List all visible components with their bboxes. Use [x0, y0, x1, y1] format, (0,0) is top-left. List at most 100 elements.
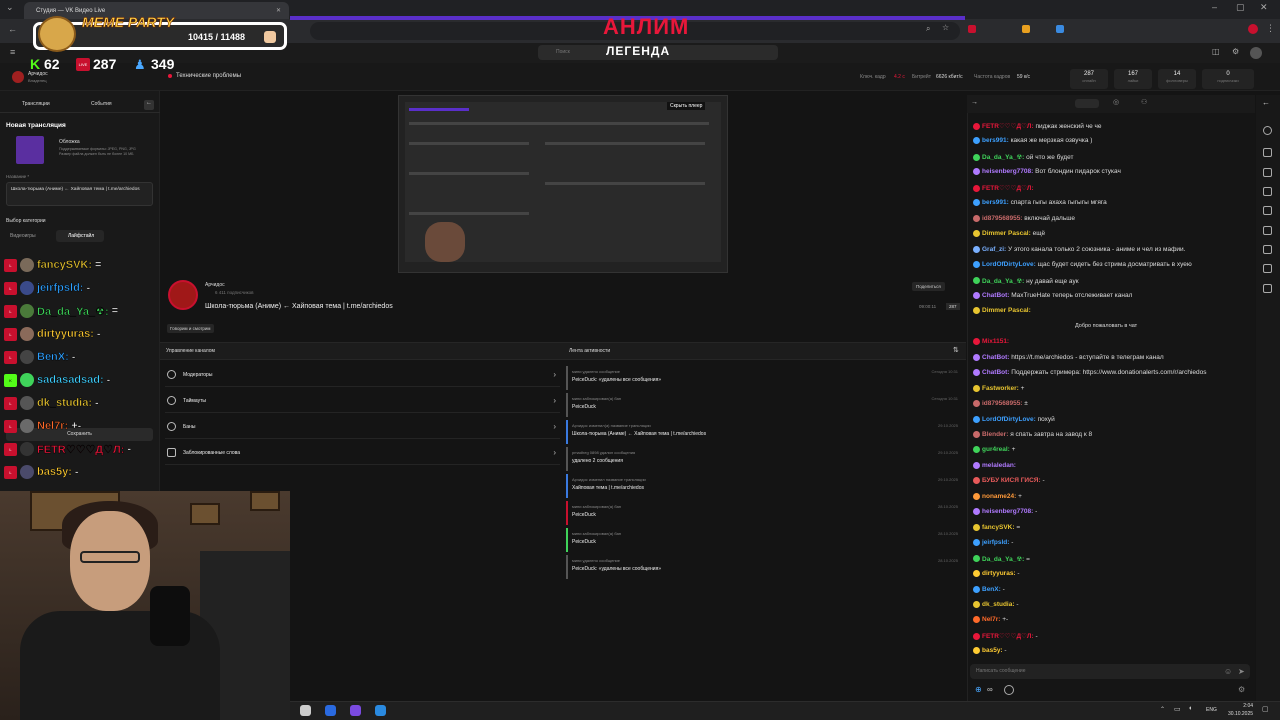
chat-username[interactable]: Da_da_Ya_☢:	[982, 278, 1024, 285]
volume-icon[interactable]: ◖	[1188, 705, 1192, 712]
chat-username[interactable]: noname24:	[982, 493, 1016, 500]
send-icon[interactable]: ➤	[1238, 667, 1245, 676]
chat-username[interactable]: ChatBot:	[982, 369, 1009, 376]
notifications-icon[interactable]: ◫	[1212, 47, 1220, 56]
extension-icon[interactable]	[1022, 25, 1030, 33]
emoji-icon[interactable]: ☺	[1224, 667, 1232, 676]
chat-username[interactable]: heisenberg7708:	[982, 508, 1033, 515]
chat-username[interactable]: Blender:	[982, 431, 1008, 438]
mod-tools-icon[interactable]	[1263, 187, 1272, 196]
stats-icon[interactable]	[1263, 226, 1272, 235]
chat-bubble-icon[interactable]	[1263, 264, 1272, 273]
points-icon[interactable]: ⊕	[975, 685, 982, 694]
bookmark-star-icon[interactable]: ☆	[942, 23, 949, 32]
avatar[interactable]	[1250, 47, 1262, 59]
profile-avatar[interactable]	[1248, 24, 1258, 34]
video-player[interactable]: Скрыть плеер	[398, 95, 728, 273]
collapse-rail-icon[interactable]: ←	[1262, 98, 1270, 107]
app-icon[interactable]	[350, 705, 361, 716]
chat-username[interactable]: melaledan:	[982, 462, 1016, 469]
search-icon[interactable]: ⌕	[926, 24, 930, 34]
timeouts-row[interactable]: Таймауты ›	[165, 389, 560, 413]
chat-username[interactable]: BenX:	[982, 586, 1001, 593]
chat-username[interactable]: FETR♡♡♡Д♡Л:	[982, 185, 1034, 192]
stream-name-field[interactable]: Школа-тюрьма (Аниме) ← Хайповая тема | t…	[6, 182, 153, 206]
chat-username[interactable]: Nel7r:	[982, 617, 1000, 624]
clock[interactable]: 2:04 30.10.2025	[1228, 702, 1253, 718]
chat-username[interactable]: Da_da_Ya_☢:	[982, 556, 1024, 563]
minimize-icon[interactable]: –	[1212, 2, 1217, 12]
settings-icon[interactable]	[1263, 126, 1272, 135]
app-icon[interactable]	[325, 705, 336, 716]
cover-image[interactable]	[16, 136, 44, 164]
tab-events[interactable]: События	[91, 101, 112, 107]
hamburger-icon[interactable]: ≡	[10, 47, 15, 57]
app-icon[interactable]	[375, 705, 386, 716]
chat-username[interactable]: LordOfDirtyLove:	[982, 261, 1036, 268]
extension-icon[interactable]	[968, 25, 976, 33]
tray-icon[interactable]: ⌃	[1160, 706, 1165, 713]
close-tab-icon[interactable]: ✕	[276, 7, 281, 14]
expand-chat-icon[interactable]: →	[971, 99, 978, 106]
chat-username[interactable]: gur4real:	[982, 447, 1010, 454]
category-badge[interactable]: Говорим и смотрим	[167, 324, 214, 333]
chat-username[interactable]: Dimmer Pascal:	[982, 308, 1031, 315]
chat-username[interactable]: dk_studia:	[982, 601, 1015, 608]
chat-username[interactable]: id879568955:	[982, 215, 1022, 222]
chat-username[interactable]: FETR♡♡♡Д♡Л:	[982, 123, 1034, 130]
schedule-icon[interactable]	[1263, 206, 1272, 215]
app-icon[interactable]	[300, 705, 311, 716]
maximize-icon[interactable]: ▢	[1236, 2, 1245, 13]
heart-icon[interactable]	[1263, 168, 1272, 177]
notification-icon[interactable]: ▢	[1262, 705, 1269, 713]
link-icon[interactable]: ∞	[987, 685, 993, 694]
tab-chat[interactable]	[1075, 99, 1099, 108]
channel-avatar[interactable]	[168, 280, 198, 310]
chat-username[interactable]: fancySVK:	[982, 524, 1015, 531]
moderators-row[interactable]: Модераторы ›	[165, 363, 560, 387]
chat-username[interactable]: bers991:	[982, 199, 1009, 206]
close-window-icon[interactable]: ✕	[1260, 2, 1268, 13]
chat-username[interactable]: dirtyyuras:	[982, 570, 1016, 577]
chat-username[interactable]: Dimmer Pascal:	[982, 230, 1031, 237]
chat-username[interactable]: bers991:	[982, 138, 1009, 145]
chat-input[interactable]: Написать сообщение	[970, 664, 1250, 679]
share-button[interactable]: Поделиться	[912, 282, 945, 291]
doc-icon[interactable]	[1263, 284, 1272, 293]
chat-settings-icon[interactable]: ⚙	[1238, 685, 1245, 694]
category-games[interactable]: Видеоигры	[10, 233, 36, 239]
chat-username[interactable]: ChatBot:	[982, 292, 1009, 299]
chat-username[interactable]: Mix1151:	[982, 339, 1009, 346]
tab-broadcasts[interactable]: Трансляции	[22, 101, 50, 107]
chat-username[interactable]: ChatBot:	[982, 354, 1009, 361]
chat-username[interactable]: Fastworker:	[982, 385, 1019, 392]
bans-row[interactable]: Баны ›	[165, 415, 560, 439]
language-indicator[interactable]: ENG	[1206, 707, 1217, 713]
network-icon[interactable]: ▭	[1174, 705, 1181, 713]
chat-username[interactable]: jeirfpsld:	[982, 539, 1009, 546]
category-life[interactable]: Лайфстайл	[68, 233, 94, 239]
chat-username[interactable]: БУБУ КИСЯ ГИСЯ:	[982, 478, 1041, 485]
hide-player-button[interactable]: Скрыть плеер	[667, 102, 706, 110]
chat-username[interactable]: bas5y:	[982, 648, 1003, 655]
settings-icon[interactable]: ⚙	[1232, 47, 1239, 56]
chat-username[interactable]: Graf_zi:	[982, 246, 1006, 253]
tab-viewers-icon[interactable]: ◎	[1113, 98, 1119, 106]
chat-username[interactable]: heisenberg7708:	[982, 169, 1033, 176]
extension-icon[interactable]	[1056, 25, 1064, 33]
bot-icon[interactable]	[1004, 685, 1014, 695]
gift-icon[interactable]	[1263, 148, 1272, 157]
chat-username[interactable]: LordOfDirtyLove:	[982, 416, 1036, 423]
tab-users-icon[interactable]: ⚇	[1141, 98, 1147, 106]
chat-username[interactable]: FETR♡♡♡Д♡Л:	[982, 633, 1034, 640]
collapse-panel-icon[interactable]: ←	[144, 100, 154, 110]
chat-username[interactable]: Da_da_Ya_☢:	[982, 154, 1024, 161]
blocked-words-row[interactable]: Заблокированные слова ›	[165, 441, 560, 465]
menu-icon[interactable]: ⋮	[1266, 23, 1275, 34]
channel-name[interactable]: Арчидос	[205, 282, 225, 288]
back-icon[interactable]: ←	[8, 24, 17, 34]
award-icon[interactable]	[1263, 245, 1272, 254]
chat-username[interactable]: id879568955:	[982, 400, 1022, 407]
filter-icon[interactable]: ⇅	[953, 346, 959, 354]
tab-search-icon[interactable]: ⌄	[6, 2, 14, 13]
